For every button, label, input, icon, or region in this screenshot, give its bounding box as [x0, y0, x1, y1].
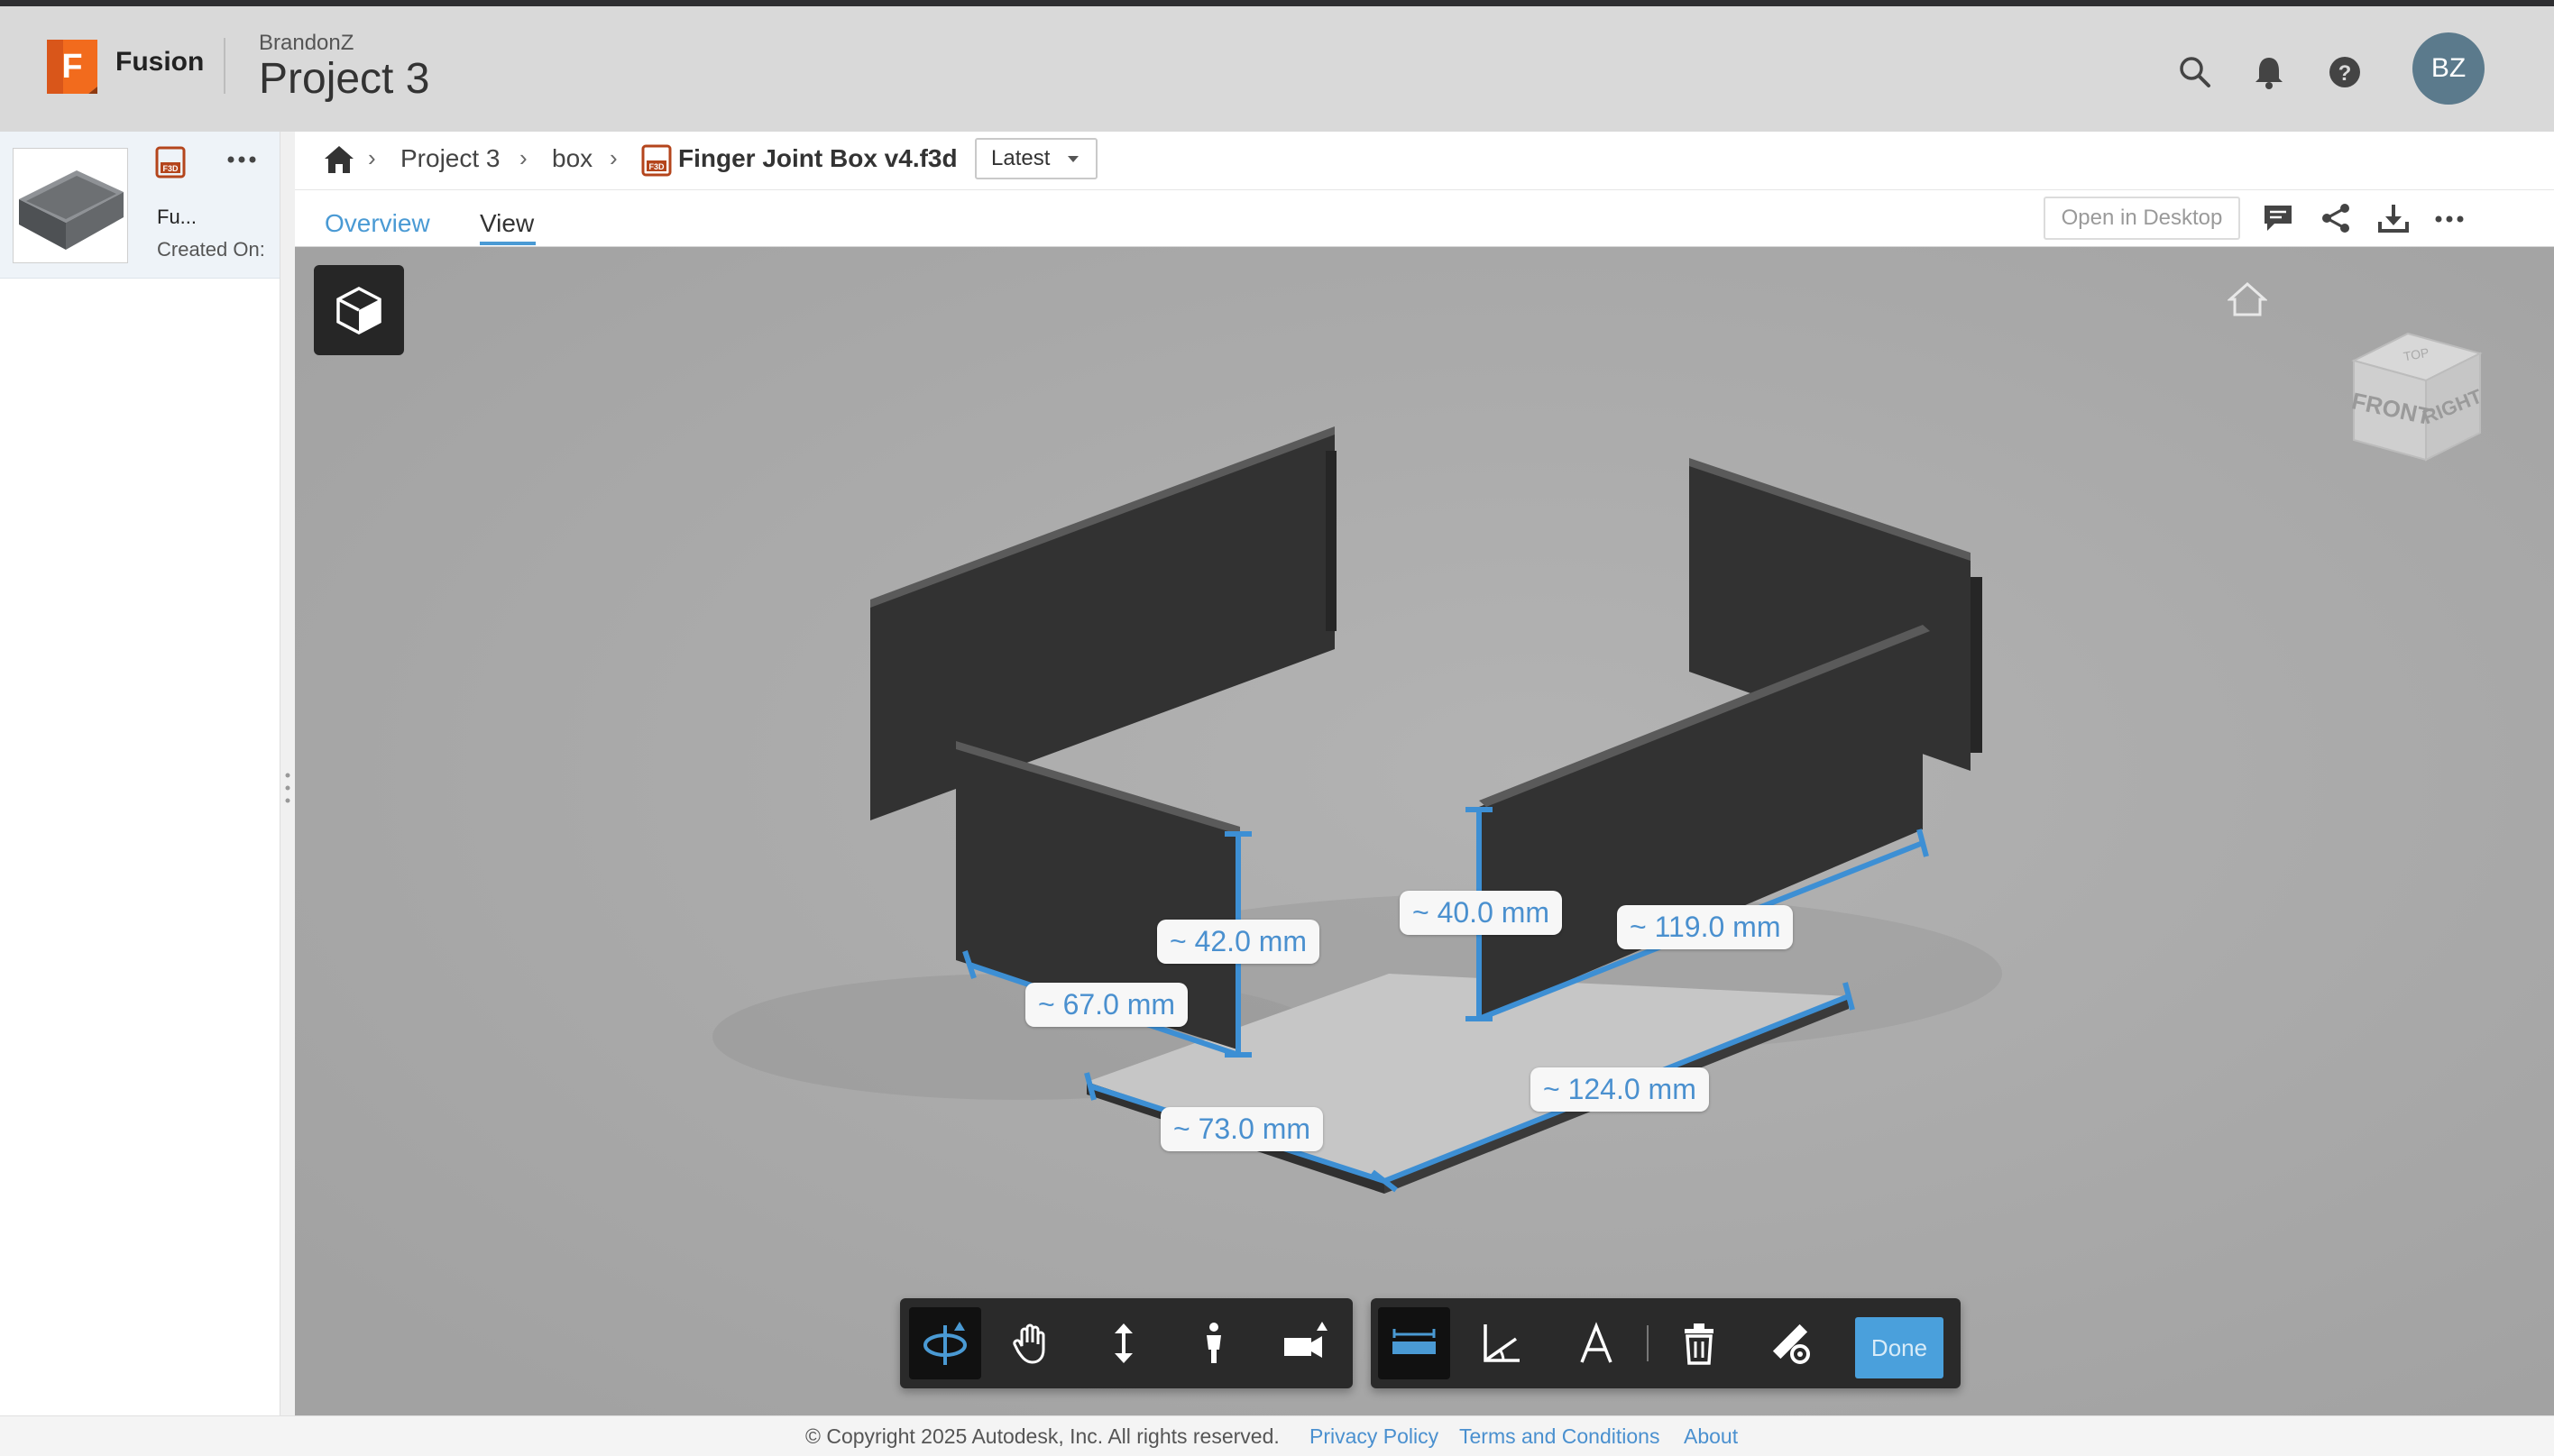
file-more-icon[interactable]: [225, 153, 258, 169]
more-icon[interactable]: [2433, 213, 2466, 229]
help-icon[interactable]: ?: [2323, 50, 2366, 94]
file-card-name: Fu...: [157, 206, 198, 228]
chevron-right-icon: ›: [610, 144, 618, 171]
file-badge-label: F3D: [162, 164, 179, 173]
done-button[interactable]: Done: [1855, 1317, 1943, 1378]
measure-settings-icon[interactable]: [1755, 1307, 1827, 1379]
search-icon[interactable]: [2173, 50, 2217, 94]
measure-distance-icon[interactable]: [1378, 1307, 1450, 1379]
logo-letter: F: [61, 48, 82, 86]
home-view-icon[interactable]: [2227, 281, 2268, 322]
measure-label[interactable]: ~ 42.0 mm: [1157, 920, 1320, 964]
version-dropdown[interactable]: Latest: [975, 138, 1098, 179]
share-icon[interactable]: [2320, 202, 2352, 239]
measure-label[interactable]: ~ 67.0 mm: [1025, 983, 1189, 1027]
file-badge-label: F3D: [648, 162, 665, 171]
version-label: Latest: [991, 146, 1051, 170]
file-card-created: Created On:: [157, 238, 265, 261]
terms-link[interactable]: Terms and Conditions: [1459, 1424, 1659, 1449]
bell-icon[interactable]: [2247, 50, 2291, 94]
about-link[interactable]: About: [1684, 1424, 1738, 1449]
f3d-file-icon: F3D: [641, 144, 672, 181]
svg-text:?: ?: [2338, 61, 2352, 86]
measure-label[interactable]: ~ 40.0 mm: [1400, 891, 1563, 935]
measure-label[interactable]: ~ 73.0 mm: [1161, 1107, 1324, 1151]
panel-splitter[interactable]: [280, 132, 296, 1415]
zoom-icon[interactable]: [1088, 1307, 1160, 1379]
tab-view[interactable]: View: [480, 209, 534, 238]
comment-icon[interactable]: [2262, 202, 2294, 239]
open-in-desktop-button[interactable]: Open in Desktop: [2044, 197, 2240, 240]
chevron-right-icon: ›: [519, 144, 528, 171]
fusion-logo[interactable]: F: [41, 36, 103, 97]
orbit-icon[interactable]: [909, 1307, 981, 1379]
caret-down-icon: [1068, 156, 1079, 162]
breadcrumb-project[interactable]: Project 3: [400, 144, 501, 173]
camera-icon[interactable]: [1270, 1307, 1342, 1379]
view-cube[interactable]: TOP FRONT RIGHT: [2345, 325, 2489, 482]
file-thumbnail[interactable]: [13, 148, 128, 263]
breadcrumb-bar: [295, 132, 2554, 190]
download-icon[interactable]: [2377, 202, 2410, 239]
breadcrumb-folder[interactable]: box: [552, 144, 593, 173]
toolbar-divider: [1647, 1325, 1649, 1361]
measure-label[interactable]: ~ 119.0 mm: [1617, 905, 1794, 949]
left-panel: [0, 132, 280, 1415]
project-owner[interactable]: BrandonZ: [259, 31, 354, 56]
model-browser-button[interactable]: [314, 265, 404, 355]
pan-icon[interactable]: [996, 1307, 1068, 1379]
app-name[interactable]: Fusion: [115, 47, 204, 78]
navigation-toolbar: [900, 1298, 1353, 1388]
tab-overview[interactable]: Overview: [325, 209, 430, 238]
header-divider: [224, 38, 225, 94]
user-avatar[interactable]: BZ: [2412, 32, 2485, 105]
measure-label[interactable]: ~ 124.0 mm: [1530, 1067, 1709, 1112]
copyright-text: © Copyright 2025 Autodesk, Inc. All righ…: [805, 1424, 1280, 1448]
privacy-policy-link[interactable]: Privacy Policy: [1309, 1424, 1438, 1449]
home-icon[interactable]: [323, 144, 355, 179]
chevron-right-icon: ›: [368, 144, 376, 171]
breadcrumb-file-name: Finger Joint Box v4.f3d: [678, 144, 958, 172]
active-tab-indicator: [480, 242, 536, 245]
model-viewer[interactable]: ~ 42.0 mm ~ 40.0 mm ~ 119.0 mm ~ 67.0 mm…: [295, 247, 2554, 1415]
top-stripe: [0, 0, 2554, 6]
walk-icon[interactable]: [1178, 1307, 1250, 1379]
project-title[interactable]: Project 3: [259, 54, 429, 104]
f3d-file-icon: F3D: [155, 146, 186, 183]
measure-angle-icon[interactable]: [1465, 1307, 1537, 1379]
delete-icon[interactable]: [1663, 1307, 1735, 1379]
measure-area-icon[interactable]: [1560, 1307, 1632, 1379]
